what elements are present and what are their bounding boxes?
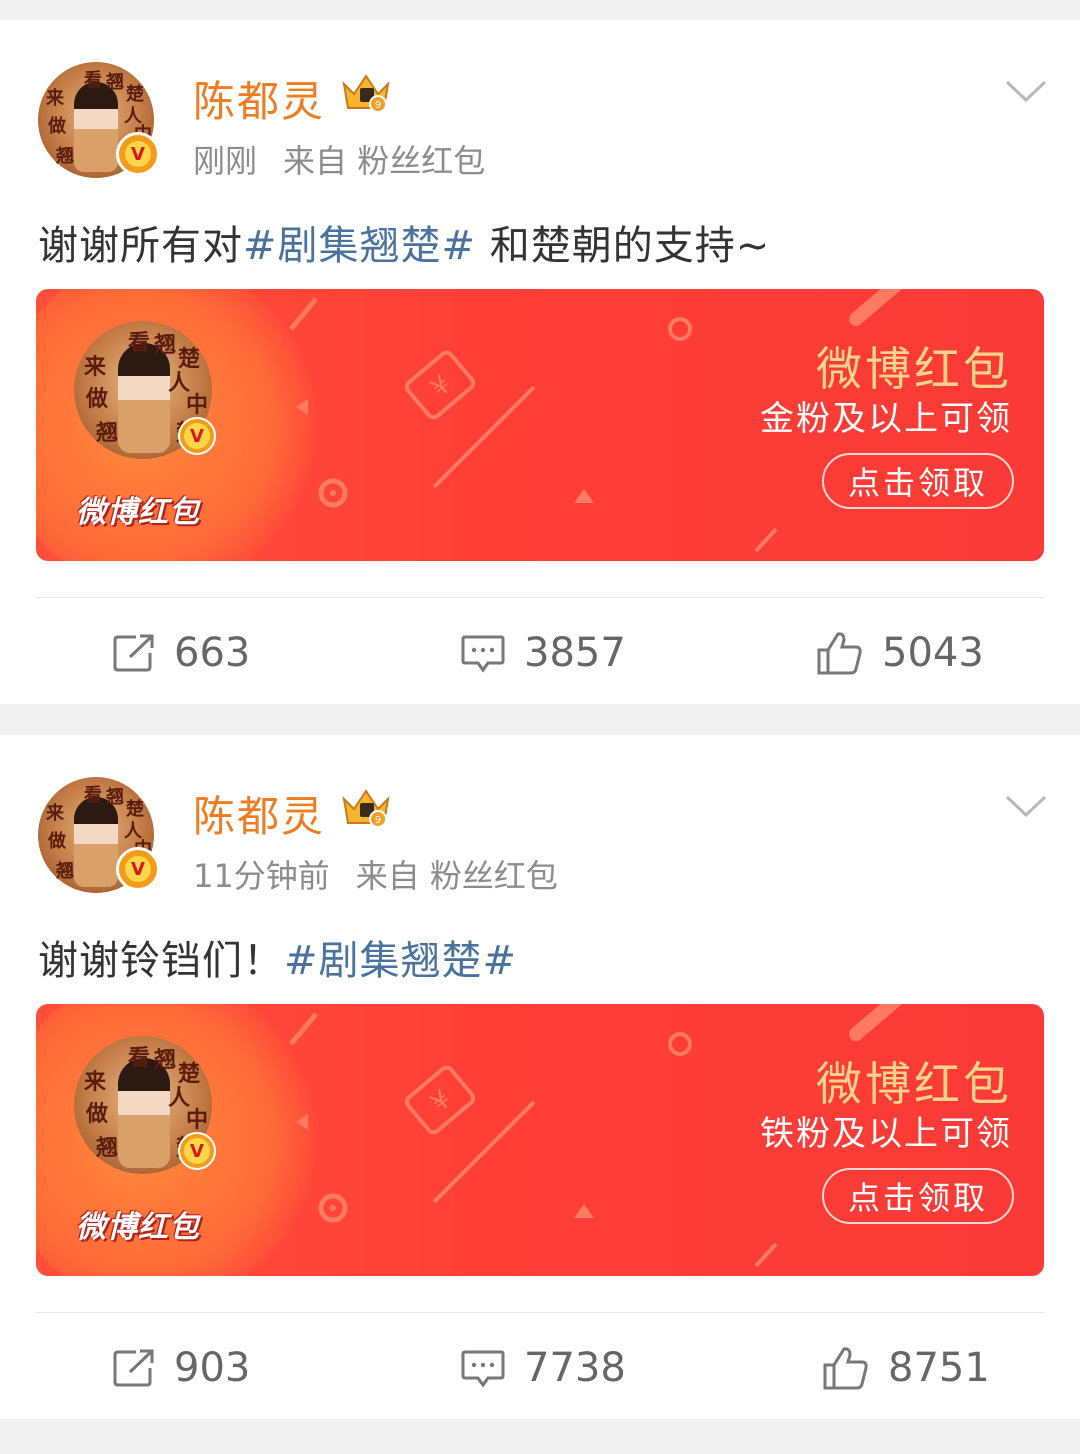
post-text: 谢谢所有对#剧集翘楚# 和楚朝的支持~ — [38, 213, 770, 271]
like-count: 5043 — [882, 630, 984, 676]
divider — [36, 597, 1044, 598]
comment-count: 3857 — [524, 630, 626, 676]
avatar-char: 翘 — [96, 1135, 119, 1161]
post-meta: 11分钟前 来自 粉丝红包 — [193, 851, 558, 897]
repost-button[interactable]: 903 — [112, 1335, 250, 1401]
avatar-char: 做 — [86, 386, 109, 412]
svg-text:9: 9 — [375, 815, 381, 826]
red-packet-card[interactable]: ¥ 来 看 翘 楚 做 人 中 翘 楚 V 微博红包 微博红包 铁粉及以上可领 — [36, 1004, 1044, 1276]
red-packet-title: 微博红包 — [816, 342, 1012, 396]
action-bar: 903 7738 8751 — [0, 1335, 1080, 1401]
username[interactable]: 陈都灵 — [193, 783, 325, 844]
post-meta: 刚刚 来自 粉丝红包 — [193, 136, 485, 182]
post-text-before: 谢谢铃铛们！ — [38, 938, 284, 984]
avatar-char: 做 — [48, 116, 66, 137]
red-packet-brand: 微博红包 — [76, 1210, 200, 1245]
chevron-down-icon[interactable] — [1004, 793, 1048, 819]
hashtag-link[interactable]: #剧集翘楚# — [243, 223, 476, 269]
avatar-char: 翘 — [154, 332, 177, 358]
avatar-char: 来 — [46, 803, 64, 824]
avatar-char: 看 — [128, 330, 151, 356]
post-source[interactable]: 来自 粉丝红包 — [283, 142, 485, 180]
post-time: 11分钟前 — [193, 857, 330, 895]
username[interactable]: 陈都灵 — [193, 68, 325, 129]
weibo-post: 来 看 翘 楚 做 人 中 翘 楚 V 陈都灵 9 刚刚来自 粉丝红包 谢谢所有… — [0, 20, 1080, 704]
comment-button[interactable]: 3857 — [460, 620, 626, 686]
card-avatar: 来 看 翘 楚 做 人 中 翘 楚 V — [74, 321, 216, 459]
avatar-char: 翘 — [106, 72, 124, 93]
like-icon — [817, 632, 862, 675]
like-button[interactable]: 8751 — [822, 1335, 990, 1401]
v-badge-icon: V — [178, 417, 216, 455]
red-packet-subtitle: 铁粉及以上可领 — [760, 1114, 1012, 1154]
svg-text:9: 9 — [375, 100, 381, 111]
avatar-char: 翘 — [56, 146, 74, 167]
avatar-char: 看 — [84, 70, 102, 91]
avatar-char: 看 — [128, 1045, 151, 1071]
post-text-before: 谢谢所有对 — [38, 223, 243, 269]
avatar-portrait — [118, 343, 170, 453]
post-text: 谢谢铃铛们！#剧集翘楚# — [38, 928, 517, 986]
avatar-portrait — [74, 82, 118, 172]
post-text-after: 和楚朝的支持~ — [476, 223, 771, 269]
v-badge-icon: V — [116, 132, 160, 176]
avatar-char: 翘 — [96, 420, 119, 446]
comment-button[interactable]: 7738 — [460, 1335, 626, 1401]
red-packet-card[interactable]: ¥ 来 看 翘 楚 做 人 中 翘 楚 V 微博红包 微博红包 金粉及以上可领 — [36, 289, 1044, 561]
red-packet-brand: 微博红包 — [76, 495, 200, 530]
like-icon — [823, 1347, 868, 1390]
card-avatar: 来 看 翘 楚 做 人 中 翘 楚 V — [74, 1036, 216, 1174]
crown-icon: 9 — [342, 789, 390, 828]
svg-text:¥: ¥ — [425, 370, 457, 404]
v-badge-icon: V — [116, 847, 160, 891]
action-bar: 663 3857 5043 — [0, 620, 1080, 686]
hashtag-link[interactable]: #剧集翘楚# — [284, 938, 517, 984]
like-count: 8751 — [888, 1345, 990, 1391]
weibo-post: 来 看 翘 楚 做 人 中 翘 楚 V 陈都灵 9 11分钟前来自 粉丝红包 谢… — [0, 735, 1080, 1419]
post-time: 刚刚 — [193, 142, 258, 180]
avatar-char: 做 — [48, 831, 66, 852]
repost-count: 663 — [174, 630, 251, 676]
avatar-char: 来 — [84, 354, 107, 380]
avatar-char: 来 — [46, 88, 64, 109]
comment-icon — [461, 1350, 505, 1388]
user-avatar[interactable]: 来 看 翘 楚 做 人 中 翘 楚 V — [38, 62, 160, 178]
avatar-char: 翘 — [154, 1047, 177, 1073]
avatar-char: 看 — [84, 785, 102, 806]
avatar-char: 翘 — [56, 861, 74, 882]
avatar-char: 做 — [86, 1101, 109, 1127]
avatar-char: 翘 — [106, 787, 124, 808]
claim-button[interactable]: 点击领取 — [822, 453, 1014, 509]
chevron-down-icon[interactable] — [1004, 78, 1048, 104]
repost-icon — [113, 1349, 154, 1387]
red-packet-subtitle: 金粉及以上可领 — [760, 399, 1012, 439]
avatar-portrait — [118, 1058, 170, 1168]
v-badge-icon: V — [178, 1132, 216, 1170]
repost-count: 903 — [174, 1345, 251, 1391]
claim-button[interactable]: 点击领取 — [822, 1168, 1014, 1224]
repost-icon — [113, 634, 154, 672]
svg-text:¥: ¥ — [425, 1085, 457, 1119]
user-avatar[interactable]: 来 看 翘 楚 做 人 中 翘 楚 V — [38, 777, 160, 893]
comment-count: 7738 — [524, 1345, 626, 1391]
crown-icon: 9 — [342, 74, 390, 113]
comment-icon — [461, 635, 505, 673]
post-source[interactable]: 来自 粉丝红包 — [356, 857, 558, 895]
divider — [36, 1312, 1044, 1313]
repost-button[interactable]: 663 — [112, 620, 250, 686]
avatar-char: 来 — [84, 1069, 107, 1095]
like-button[interactable]: 5043 — [816, 620, 984, 686]
red-packet-title: 微博红包 — [816, 1057, 1012, 1111]
avatar-portrait — [74, 797, 118, 887]
